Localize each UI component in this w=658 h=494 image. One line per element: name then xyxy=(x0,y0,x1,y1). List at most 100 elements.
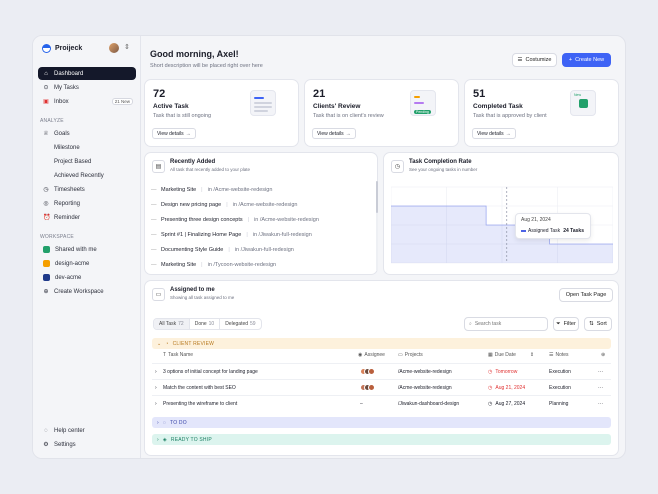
sidebar-item-help[interactable]: ◌ Help center xyxy=(38,424,136,437)
recent-item-path: in /Jiwakun-full-redesign xyxy=(252,232,312,238)
sidebar-item-milestone[interactable]: Milestone xyxy=(38,141,136,154)
assignee-avatars[interactable] xyxy=(360,384,375,391)
task-name-cell: Presenting the wireframe to client xyxy=(163,396,237,411)
table-row[interactable]: › Presenting the wireframe to client – /Jiw… xyxy=(152,395,611,410)
chevron-right-icon: › xyxy=(155,400,157,407)
assignee-avatars[interactable] xyxy=(360,368,375,375)
group-client-review[interactable]: ⌄ ◔ CLIENT REVIEW xyxy=(152,338,611,349)
recent-item[interactable]: — Presenting three design concepts | in /Ac… xyxy=(151,215,379,225)
sidebar-item-dev-acme[interactable]: dev-acme xyxy=(38,271,136,284)
dash-icon: — xyxy=(151,262,157,268)
tab-done[interactable]: Done 10 xyxy=(190,319,221,329)
sidebar-item-reminder[interactable]: ⏰ Reminder xyxy=(38,211,136,224)
sidebar-item-label: Reporting xyxy=(54,200,81,207)
task-name-cell: Match the content with best SEO xyxy=(163,380,236,395)
sidebar-item-design-acme[interactable]: design-acme xyxy=(38,257,136,270)
recent-item[interactable]: — Documenting Style Guide | in /Jiwakun-ful… xyxy=(151,245,379,255)
column-label: Projects xyxy=(404,352,423,358)
recent-item-path: in /Acme-website-redesign xyxy=(207,187,273,193)
sidebar-item-timesheets[interactable]: ◷ Timesheets xyxy=(38,183,136,196)
recent-item-name: Design new pricing page xyxy=(161,202,222,208)
sidebar-item-label: Settings xyxy=(54,441,76,448)
sidebar-item-project-based[interactable]: Project Based xyxy=(38,155,136,168)
view-details-button[interactable]: View details → xyxy=(312,128,356,139)
create-new-button[interactable]: + Create New xyxy=(562,53,611,67)
group-ready-to-ship[interactable]: › ◈ READY TO SHIP xyxy=(152,434,611,445)
sidebar-item-label: Help center xyxy=(54,427,85,434)
stat-title: Clients' Review xyxy=(313,103,361,110)
chevron-updown-icon[interactable]: ⇕ xyxy=(124,43,130,51)
row-expand[interactable]: › xyxy=(155,396,157,411)
task-completion-panel: ◷ Task Completion Rate See your ongoing … xyxy=(383,152,619,275)
scrollbar[interactable] xyxy=(376,181,378,271)
recent-item-path: in /Acme-website-redesign xyxy=(232,202,298,208)
stat-value: 21 xyxy=(313,88,326,100)
workspace-icon xyxy=(43,246,50,253)
stat-description: Task that is on client's review xyxy=(313,113,384,119)
chevron-right-icon: › xyxy=(155,368,157,375)
sidebar-item-create-workspace[interactable]: ⊕ Create Workspace xyxy=(38,285,136,298)
view-details-button[interactable]: View details → xyxy=(152,128,196,139)
tab-delegated[interactable]: Delegated 59 xyxy=(220,319,260,329)
table-row[interactable]: › Match the content with best SEO/Acme-we… xyxy=(152,379,611,394)
check-circle-icon: ⊙ xyxy=(43,85,49,91)
sidebar-item-settings[interactable]: ⚙ Settings xyxy=(38,438,136,451)
recent-item[interactable]: — Marketing Site | in /Tycoon-website-redes… xyxy=(151,260,379,270)
recent-item[interactable]: — Sprint #1 | Finalizing Home Page | in /Ji… xyxy=(151,230,379,240)
filter-icon: ⏷ xyxy=(556,320,561,327)
due-date-cell: ◷ Aug 21, 2024 xyxy=(488,380,525,395)
scrollbar-thumb[interactable] xyxy=(376,181,378,213)
recent-item-path: in /Acme-website-redesign xyxy=(254,217,319,223)
legend-swatch xyxy=(521,230,526,232)
dash-icon: — xyxy=(151,247,157,253)
sidebar-item-reporting[interactable]: ◎ Reporting xyxy=(38,197,136,210)
more-options-icon[interactable]: ··· xyxy=(598,396,603,411)
arrow-right-icon: → xyxy=(185,130,191,137)
alarm-icon: ⏰ xyxy=(43,215,51,221)
group-todo[interactable]: › ◌ TO DO xyxy=(152,417,611,428)
sidebar-item-inbox[interactable]: ▣ Inbox 21 New xyxy=(38,95,136,108)
notes-icon: ☰ xyxy=(549,352,554,358)
add-column-button[interactable]: ⊕ xyxy=(601,352,605,358)
col-projects[interactable]: ▭ Projects xyxy=(398,352,423,358)
column-label: Due Date xyxy=(494,352,516,358)
more-options-icon[interactable]: ··· xyxy=(598,364,603,379)
view-details-button[interactable]: View details → xyxy=(472,128,516,139)
row-expand[interactable]: › xyxy=(155,380,157,395)
message-icon: ▭ xyxy=(152,288,165,301)
arrow-right-icon: → xyxy=(505,130,511,137)
sidebar-item-shared[interactable]: Shared with me xyxy=(38,243,136,256)
brand[interactable]: Proijeck xyxy=(42,44,82,53)
more-options-icon[interactable]: ··· xyxy=(598,380,603,395)
sidebar-item-my-tasks[interactable]: ⊙ My Tasks xyxy=(38,81,136,94)
customize-button[interactable]: ☰ Costumize xyxy=(512,53,557,67)
col-due-date[interactable]: ▦ Due Date ⇕ xyxy=(488,352,534,358)
recent-item[interactable]: — Design new pricing page | in /Acme-websit… xyxy=(151,200,379,210)
recently-added-panel: ▤ Recently Added All task that recently … xyxy=(144,152,378,275)
search-box[interactable]: ⌕ xyxy=(464,317,548,331)
panel-subtitle: See your ongoing tasks in number xyxy=(409,167,478,172)
sidebar-item-achieved-recently[interactable]: Achieved Recently xyxy=(38,169,136,182)
open-task-page-button[interactable]: Open Task Page xyxy=(559,288,613,302)
col-task-name[interactable]: T Task Name xyxy=(163,352,193,358)
column-label: Task Name xyxy=(168,352,194,358)
sidebar-item-dashboard[interactable]: ⌂ Dashboard xyxy=(38,67,136,80)
tab-all-task[interactable]: All Task 72 xyxy=(154,319,190,329)
tooltip-date: Aug 21, 2024 xyxy=(521,217,551,223)
search-input[interactable] xyxy=(474,321,535,327)
row-expand[interactable]: › xyxy=(155,364,157,379)
open-task-page-label: Open Task Page xyxy=(565,292,607,298)
tab-count: 72 xyxy=(178,321,184,327)
stat-description: Task that is approved by client xyxy=(473,113,547,119)
ship-status-icon: ◈ xyxy=(162,436,167,443)
col-assignee[interactable]: ◉ Assignee xyxy=(358,352,385,358)
avatar[interactable] xyxy=(109,43,119,53)
filter-button[interactable]: ⏷ Filter xyxy=(553,317,579,331)
home-icon: ⌂ xyxy=(44,70,48,77)
group-label: READY TO SHIP xyxy=(170,436,212,443)
sort-button[interactable]: ⇅ Sort xyxy=(584,317,612,331)
col-notes[interactable]: ☰ Notes xyxy=(549,352,569,358)
table-row[interactable]: › 3 options of initial concept for landin… xyxy=(152,363,611,378)
sidebar-item-goals[interactable]: ♕ Goals xyxy=(38,127,136,140)
recent-item[interactable]: — Marketing Site | in /Acme-website-redesig… xyxy=(151,185,379,195)
